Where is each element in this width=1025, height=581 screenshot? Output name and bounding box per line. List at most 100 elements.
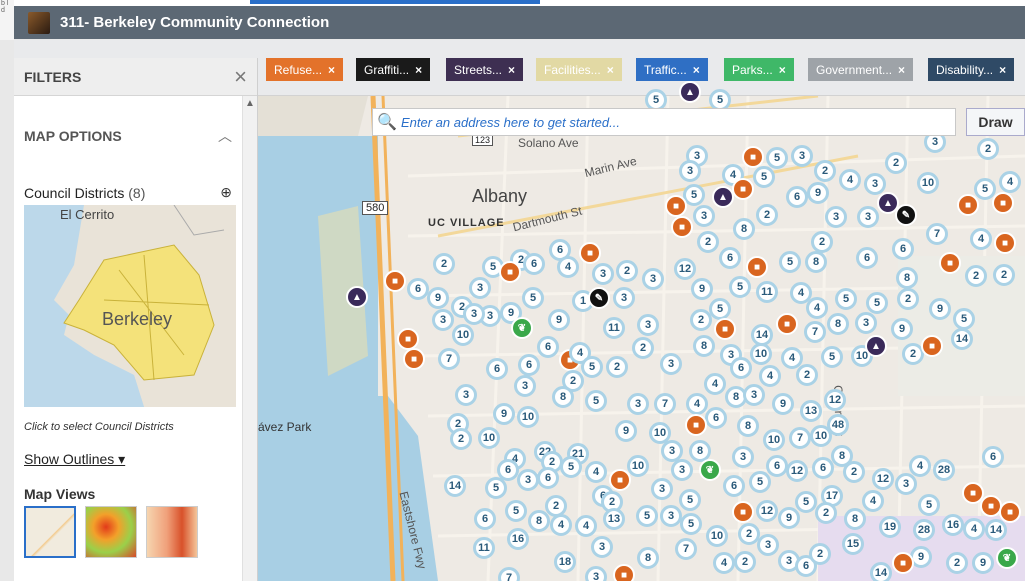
cluster-marker[interactable]: 5: [766, 147, 788, 169]
cluster-marker[interactable]: 3: [864, 173, 886, 195]
orange-request-marker[interactable]: ■: [714, 318, 736, 340]
cluster-marker[interactable]: 4: [575, 515, 597, 537]
cluster-marker[interactable]: 7: [804, 321, 826, 343]
green-request-marker[interactable]: ❦: [699, 459, 721, 481]
cluster-marker[interactable]: 11: [756, 281, 778, 303]
cluster-marker[interactable]: 4: [839, 169, 861, 191]
cluster-marker[interactable]: 9: [778, 507, 800, 529]
cluster-marker[interactable]: 16: [507, 528, 529, 550]
chip-close-icon[interactable]: ×: [693, 63, 700, 77]
cluster-marker[interactable]: 10: [478, 427, 500, 449]
cluster-marker[interactable]: 8: [896, 267, 918, 289]
cluster-marker[interactable]: 5: [729, 276, 751, 298]
cluster-marker[interactable]: 4: [550, 514, 572, 536]
cluster-marker[interactable]: 9: [691, 278, 713, 300]
cluster-marker[interactable]: 12: [872, 468, 894, 490]
cluster-marker[interactable]: 3: [825, 206, 847, 228]
cluster-marker[interactable]: 4: [862, 490, 884, 512]
cluster-marker[interactable]: 4: [963, 518, 985, 540]
cluster-marker[interactable]: 8: [805, 251, 827, 273]
cluster-marker[interactable]: 14: [951, 328, 973, 350]
cluster-marker[interactable]: 2: [697, 231, 719, 253]
zoom-in-icon[interactable]: ⊕: [220, 184, 232, 201]
cluster-marker[interactable]: 3: [455, 384, 477, 406]
cluster-marker[interactable]: 2: [977, 138, 999, 160]
chip-close-icon[interactable]: ×: [328, 63, 335, 77]
cluster-marker[interactable]: 8: [844, 508, 866, 530]
cluster-marker[interactable]: 10: [627, 455, 649, 477]
filter-chip-4[interactable]: Traffic... ×: [636, 58, 708, 81]
cluster-marker[interactable]: 5: [779, 251, 801, 273]
cluster-marker[interactable]: 9: [427, 287, 449, 309]
cluster-marker[interactable]: 5: [522, 287, 544, 309]
cluster-marker[interactable]: 11: [473, 537, 495, 559]
orange-request-marker[interactable]: ■: [994, 232, 1016, 254]
orange-request-marker[interactable]: ■: [384, 270, 406, 292]
cluster-marker[interactable]: 12: [674, 258, 696, 280]
cluster-marker[interactable]: 2: [814, 160, 836, 182]
cluster-marker[interactable]: 4: [909, 455, 931, 477]
cluster-marker[interactable]: 2: [796, 364, 818, 386]
filter-chip-5[interactable]: Parks... ×: [724, 58, 794, 81]
cluster-marker[interactable]: 6: [766, 455, 788, 477]
cluster-marker[interactable]: 9: [772, 393, 794, 415]
map-view-heatmap[interactable]: [85, 506, 137, 558]
cluster-marker[interactable]: 2: [632, 337, 654, 359]
cluster-marker[interactable]: 5: [709, 298, 731, 320]
cluster-marker[interactable]: 8: [693, 335, 715, 357]
purple-request-marker[interactable]: ▲: [346, 286, 368, 308]
cluster-marker[interactable]: 6: [537, 336, 559, 358]
cluster-marker[interactable]: 3: [660, 505, 682, 527]
search-icon[interactable]: 🔍: [373, 112, 401, 132]
cluster-marker[interactable]: 2: [690, 309, 712, 331]
cluster-marker[interactable]: 5: [821, 346, 843, 368]
cluster-marker[interactable]: 3: [732, 446, 754, 468]
cluster-marker[interactable]: 6: [537, 467, 559, 489]
cluster-marker[interactable]: 16: [942, 514, 964, 536]
cluster-marker[interactable]: 6: [856, 247, 878, 269]
chip-close-icon[interactable]: ×: [415, 63, 422, 77]
cluster-marker[interactable]: 15: [842, 533, 864, 555]
orange-request-marker[interactable]: ■: [921, 335, 943, 357]
cluster-marker[interactable]: 10: [750, 343, 772, 365]
cluster-marker[interactable]: 3: [637, 314, 659, 336]
cluster-marker[interactable]: 8: [737, 415, 759, 437]
orange-request-marker[interactable]: ■: [939, 252, 961, 274]
cluster-marker[interactable]: 3: [791, 145, 813, 167]
cluster-marker[interactable]: 18: [554, 551, 576, 573]
cluster-marker[interactable]: 6: [812, 457, 834, 479]
cluster-marker[interactable]: 4: [970, 228, 992, 250]
cluster-marker[interactable]: 14: [870, 562, 892, 581]
map-options-section[interactable]: MAP OPTIONS ︿: [24, 126, 232, 146]
cluster-marker[interactable]: 4: [557, 256, 579, 278]
orange-request-marker[interactable]: ■: [609, 469, 631, 491]
cluster-marker[interactable]: 10: [763, 429, 785, 451]
purple-request-marker[interactable]: ▲: [865, 335, 887, 357]
cluster-marker[interactable]: 19: [879, 516, 901, 538]
cluster-marker[interactable]: 2: [811, 231, 833, 253]
orange-request-marker[interactable]: ■: [992, 192, 1014, 214]
cluster-marker[interactable]: 3: [591, 536, 613, 558]
filter-chip-3[interactable]: Facilities... ×: [536, 58, 622, 81]
orange-request-marker[interactable]: ■: [579, 242, 601, 264]
cluster-marker[interactable]: 3: [517, 469, 539, 491]
cluster-marker[interactable]: 5: [485, 477, 507, 499]
cluster-marker[interactable]: 10: [517, 406, 539, 428]
filter-chip-6[interactable]: Government... ×: [808, 58, 914, 81]
cluster-marker[interactable]: 12: [824, 389, 846, 411]
cluster-marker[interactable]: 5: [505, 500, 527, 522]
cluster-marker[interactable]: 9: [972, 552, 994, 574]
green-request-marker[interactable]: ❦: [511, 317, 533, 339]
cluster-marker[interactable]: 4: [999, 171, 1021, 193]
cluster-marker[interactable]: 6: [474, 508, 496, 530]
filter-chip-7[interactable]: Disability... ×: [928, 58, 1015, 81]
cluster-marker[interactable]: 8: [637, 547, 659, 569]
cluster-marker[interactable]: 3: [693, 205, 715, 227]
cluster-marker[interactable]: 4: [686, 393, 708, 415]
cluster-marker[interactable]: 3: [651, 478, 673, 500]
cluster-marker[interactable]: 9: [548, 309, 570, 331]
orange-request-marker[interactable]: ■: [999, 501, 1021, 523]
cluster-marker[interactable]: 5: [835, 288, 857, 310]
cluster-marker[interactable]: 5: [680, 513, 702, 535]
cluster-marker[interactable]: 3: [432, 309, 454, 331]
